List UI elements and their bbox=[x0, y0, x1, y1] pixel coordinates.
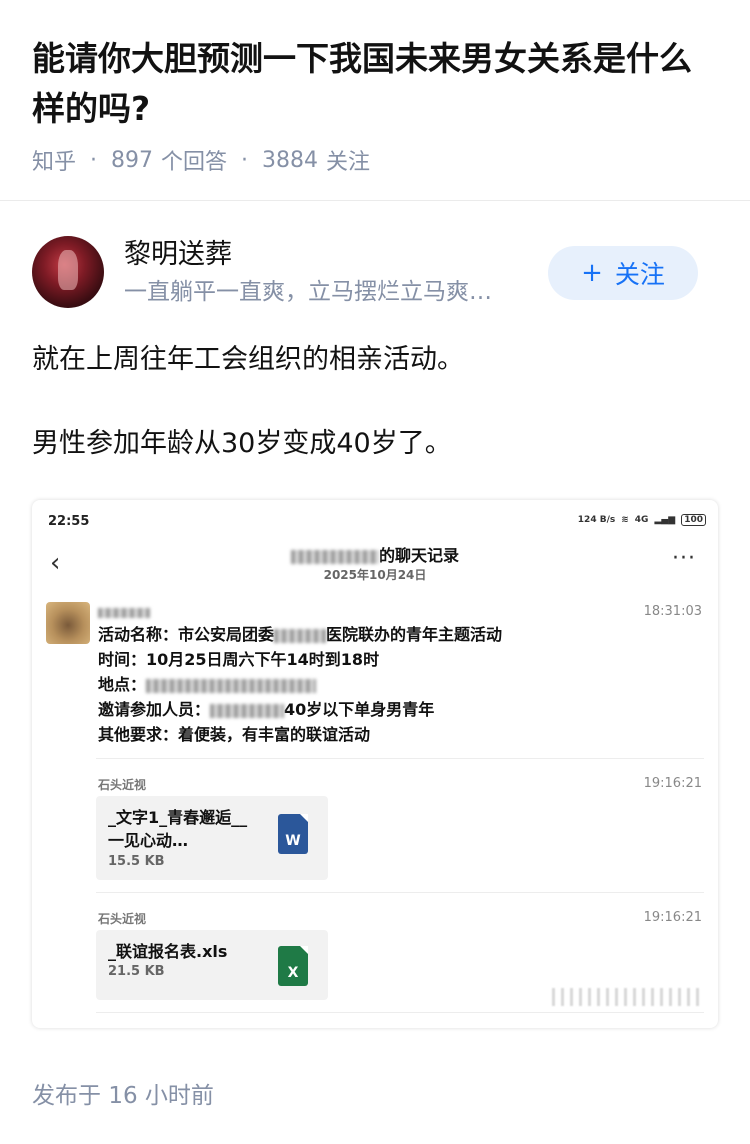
header-divider bbox=[0, 200, 750, 201]
file-card[interactable]: _文字1_青春邂逅__一见心动… 15.5 KB W bbox=[96, 796, 328, 880]
network-speed: 124 B/s bbox=[577, 515, 616, 525]
message-line-3: 地点： bbox=[98, 672, 502, 697]
file-size: 15.5 KB bbox=[108, 854, 165, 869]
chat-header: ‹ 的聊天记录 2025年10月24日 ··· bbox=[32, 538, 718, 588]
question-meta: 知乎 · 897 个回答 · 3884 关注 bbox=[32, 144, 370, 176]
status-time: 22:55 bbox=[48, 514, 90, 529]
cropped-text-fade bbox=[552, 988, 702, 1006]
message-line-5: 其他要求：着便装，有丰富的联谊活动 bbox=[98, 725, 371, 744]
chat-date: 2025年10月24日 bbox=[323, 568, 427, 582]
author-row: 黎明送葬 一直躺平一直爽，立马摆烂立马爽… + 关注 bbox=[32, 236, 718, 308]
plus-icon: + bbox=[581, 258, 603, 288]
message-line-1: 活动名称：市公安局团委 医院联办的青年主题活动 bbox=[98, 625, 503, 644]
wifi-icon: ≋ bbox=[621, 515, 629, 525]
publish-time: 发布于 16 小时前 bbox=[32, 1076, 214, 1110]
publish-prefix: 发布于 bbox=[32, 1083, 101, 1109]
chat-title: 的聊天记录 bbox=[32, 542, 718, 566]
file-sender: 石头近视 bbox=[98, 778, 147, 792]
file-name: _文字1_青春邂逅__一见心动… bbox=[108, 808, 248, 850]
author-name[interactable]: 黎明送葬 bbox=[124, 236, 232, 274]
status-bar: 22:55 124 B/s ≋ 4G ▂▄▆ 100 bbox=[46, 514, 706, 534]
answer-count: 897 bbox=[111, 147, 154, 173]
avatar[interactable] bbox=[32, 236, 104, 308]
author-bio: 一直躺平一直爽，立马摆烂立马爽… bbox=[124, 279, 492, 305]
message-text: 活动名称：市公安局团委 医院联办的青年主题活动 时间：10月25日周六下午14时到… bbox=[98, 622, 502, 747]
chat-title-text: 的聊天记录 bbox=[378, 546, 459, 565]
meta-dot: · bbox=[241, 147, 249, 173]
message-line-2: 时间：10月25日周六下午14时到18时 bbox=[98, 650, 380, 669]
file-size: 21.5 KB bbox=[108, 964, 165, 979]
file-card[interactable]: _联谊报名表.xls 21.5 KB X bbox=[96, 930, 328, 1000]
message-divider bbox=[96, 1012, 704, 1013]
battery-icon: 100 bbox=[681, 514, 706, 526]
file-sender: 石头近视 bbox=[98, 912, 147, 926]
excel-file-icon: X bbox=[278, 946, 308, 986]
follow-button[interactable]: + 关注 bbox=[548, 246, 698, 300]
signal-label: 4G bbox=[634, 515, 649, 525]
publish-time-value: 16 小时前 bbox=[108, 1083, 214, 1109]
message-divider bbox=[96, 892, 704, 893]
follow-button-label: 关注 bbox=[614, 260, 665, 289]
file-name: _联谊报名表.xls bbox=[108, 942, 228, 961]
more-dots-icon: ··· bbox=[672, 546, 696, 571]
site-name[interactable]: 知乎 bbox=[32, 144, 76, 176]
follow-count-label: 关注 bbox=[326, 150, 371, 175]
answer-count-label: 个回答 bbox=[161, 150, 228, 175]
message-time: 18:31:03 bbox=[643, 604, 702, 619]
answer-paragraph-1: 就在上周往年工会组织的相亲活动。 bbox=[32, 344, 464, 375]
chat-screenshot-image[interactable]: 22:55 124 B/s ≋ 4G ▂▄▆ 100 ‹ 的聊天记录 2025年… bbox=[32, 500, 718, 1028]
redacted-name bbox=[290, 549, 379, 564]
answer-paragraph-2: 男性参加年龄从30岁变成40岁了。 bbox=[32, 428, 452, 459]
file-time: 19:16:21 bbox=[643, 910, 702, 925]
follow-count: 3884 bbox=[262, 147, 319, 173]
message-line-4: 邀请参加人员： 40岁以下单身男青年 bbox=[98, 700, 435, 719]
file-time: 19:16:21 bbox=[643, 776, 702, 791]
signal-icon: ▂▄▆ bbox=[654, 515, 676, 525]
question-title: 能请你大胆预测一下我国未来男女关系是什么样的吗? bbox=[32, 39, 692, 128]
status-icons: 124 B/s ≋ 4G ▂▄▆ 100 bbox=[578, 514, 706, 526]
message-divider bbox=[96, 758, 704, 759]
meta-dot: · bbox=[90, 147, 98, 173]
redacted-sender bbox=[98, 602, 150, 618]
word-file-icon: W bbox=[278, 814, 308, 854]
sender-avatar bbox=[46, 602, 90, 644]
